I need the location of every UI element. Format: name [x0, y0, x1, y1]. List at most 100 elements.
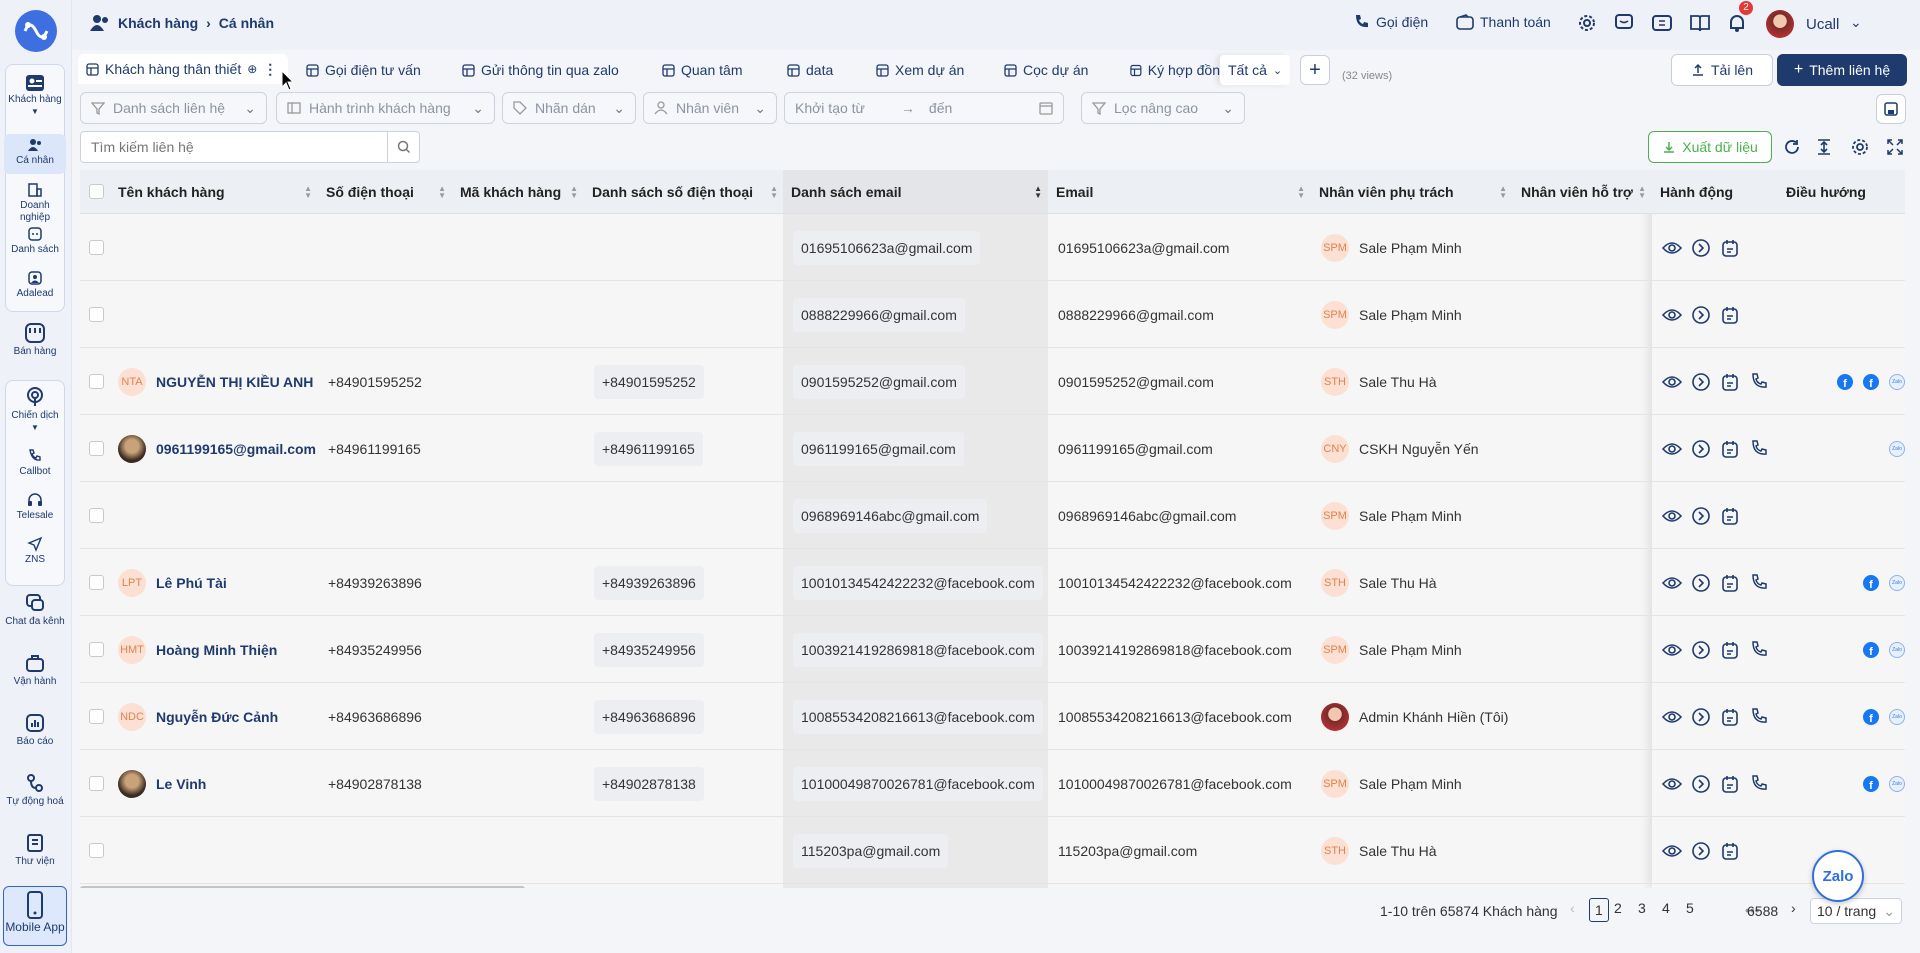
chevron-right-circle-icon[interactable] [1691, 439, 1711, 459]
zalo-chat-button[interactable]: Zalo [1812, 850, 1864, 902]
facebook-icon[interactable]: f [1863, 708, 1879, 725]
column-header[interactable]: Danh sách email ▲ ▼ [783, 170, 1048, 214]
table-row[interactable]: 0888229966@gmail.com 0888229966@gmail.com… [80, 281, 1905, 348]
horizontal-scrollbar[interactable] [80, 886, 1905, 888]
row-checkbox[interactable] [89, 508, 104, 523]
sidebar-item-customers[interactable]: Khách hàng ▼ [4, 74, 66, 118]
tab-loyal-customers[interactable]: Khách hàng thân thiết ⊕ ⋮ [78, 54, 288, 84]
sidebar-item-operations[interactable]: Vận hành [4, 652, 66, 688]
row-checkbox[interactable] [89, 240, 104, 255]
sidebar-item-mobile-app[interactable]: Mobile App [3, 886, 67, 946]
journey-filter[interactable]: Hành trình khách hàng ⌄ [276, 92, 495, 124]
sort-icon[interactable]: ▲ ▼ [1297, 185, 1305, 200]
eye-icon[interactable] [1662, 238, 1682, 258]
task-icon[interactable] [1720, 707, 1740, 727]
page-last[interactable]: 6588 [1747, 903, 1778, 919]
task-icon[interactable] [1720, 439, 1740, 459]
sort-icon[interactable]: ▲ ▼ [1638, 185, 1646, 200]
search-button[interactable] [387, 132, 419, 162]
row-checkbox[interactable] [89, 843, 104, 858]
search-input[interactable] [81, 132, 387, 162]
sidebar-item-sales[interactable]: Bán hàng [4, 322, 66, 358]
zalo-icon[interactable]: Zalo [1889, 574, 1905, 591]
row-checkbox[interactable] [89, 709, 104, 724]
task-icon[interactable] [1720, 640, 1740, 660]
sort-icon[interactable]: ▲ ▼ [570, 185, 578, 200]
table-row[interactable]: HMT Hoàng Minh Thiện +84935249956 +84935249… [80, 616, 1905, 683]
phone-icon[interactable] [1749, 774, 1769, 794]
row-checkbox[interactable] [89, 374, 104, 389]
book-icon[interactable] [1689, 13, 1711, 33]
tab-view-project[interactable]: Xem dự án [876, 58, 964, 82]
column-header[interactable]: Số điện thoại ▲ ▼ [318, 170, 452, 214]
chevron-right-circle-icon[interactable] [1691, 841, 1711, 861]
tab-project-deposit[interactable]: Cọc dự án [1004, 58, 1088, 82]
sidebar-item-telesale[interactable]: Telesale [4, 492, 66, 522]
app-logo[interactable] [13, 8, 59, 54]
sidebar-item-zns[interactable]: ZNS [4, 536, 66, 566]
ticket-icon[interactable] [1651, 13, 1673, 33]
task-icon[interactable] [1720, 372, 1740, 392]
fullscreen-icon[interactable] [1886, 138, 1904, 156]
add-view-button[interactable]: + [1300, 55, 1330, 85]
sidebar-item-library[interactable]: Thư viện [4, 832, 66, 868]
contact-list-filter[interactable]: Danh sách liên hệ ⌄ [80, 92, 267, 124]
page-number[interactable]: 5 [1686, 900, 1694, 916]
row-checkbox[interactable] [89, 441, 104, 456]
row-checkbox[interactable] [89, 307, 104, 322]
staff-filter[interactable]: Nhân viên ⌄ [643, 92, 777, 124]
eye-icon[interactable] [1662, 640, 1682, 660]
select-all-checkbox[interactable] [89, 184, 104, 199]
message-icon[interactable] [1614, 13, 1634, 33]
sort-icon[interactable]: ▲ ▼ [438, 185, 446, 200]
eye-icon[interactable] [1662, 707, 1682, 727]
bell-icon[interactable] [1727, 13, 1747, 33]
row-checkbox[interactable] [89, 776, 104, 791]
prev-page-icon[interactable]: ‹ [1570, 900, 1575, 916]
tab-consulting-call[interactable]: Gọi điện tư vấn [306, 58, 421, 82]
chevron-down-icon[interactable]: ⌄ [1850, 14, 1862, 31]
created-date-range[interactable]: Khởi tạo từ → đến [784, 92, 1064, 124]
sidebar-item-campaign[interactable]: Chiến dịch ▼ [4, 386, 66, 434]
gear-icon[interactable] [1577, 13, 1597, 33]
more-icon[interactable]: ⋮ [263, 61, 277, 78]
eye-icon[interactable] [1662, 439, 1682, 459]
column-header[interactable]: Tên khách hàng ▲ ▼ [110, 170, 318, 214]
tags-filter[interactable]: Nhãn dán ⌄ [502, 92, 636, 124]
facebook-icon[interactable]: f [1863, 373, 1879, 390]
task-icon[interactable] [1720, 774, 1740, 794]
chevron-right-circle-icon[interactable] [1691, 640, 1711, 660]
customer-name[interactable]: Hoàng Minh Thiện [156, 642, 277, 658]
page-number[interactable]: 3 [1638, 900, 1646, 916]
tabs-all-dropdown[interactable]: Tất cả ⌄ [1220, 55, 1291, 85]
upload-button[interactable]: Tải lên [1671, 54, 1773, 86]
tab-data[interactable]: data [787, 58, 833, 82]
table-row[interactable]: NTA NGUYỄN THỊ KIỀU ANH +84901595252 +84901… [80, 348, 1905, 415]
phone-icon[interactable] [1749, 573, 1769, 593]
table-row[interactable]: Le Vinh +84902878138 +84902878138 101000498… [80, 750, 1905, 817]
zalo-icon[interactable]: Zalo [1889, 373, 1905, 390]
sort-icon[interactable]: ▲ ▼ [304, 185, 312, 200]
table-row[interactable]: NDC Nguyễn Đức Cảnh +84963686896 +849636868… [80, 683, 1905, 750]
phone-icon[interactable] [1749, 372, 1769, 392]
phone-icon[interactable] [1749, 707, 1769, 727]
column-header[interactable]: Danh sách số điện thoại ▲ ▼ [584, 170, 784, 214]
customer-name[interactable]: NGUYỄN THỊ KIỀU ANH [156, 374, 313, 390]
chevron-right-circle-icon[interactable] [1691, 506, 1711, 526]
chevron-right-circle-icon[interactable] [1691, 774, 1711, 794]
chevron-right-circle-icon[interactable] [1691, 238, 1711, 258]
zalo-icon[interactable]: Zalo [1889, 708, 1905, 725]
breadcrumb-root[interactable]: Khách hàng [118, 15, 198, 31]
eye-icon[interactable] [1662, 506, 1682, 526]
next-page-icon[interactable]: › [1791, 900, 1796, 916]
tab-interested[interactable]: Quan tâm [662, 58, 742, 82]
zalo-icon[interactable]: Zalo [1889, 440, 1905, 457]
task-icon[interactable] [1720, 841, 1740, 861]
customer-name[interactable]: Lê Phú Tài [156, 575, 227, 591]
row-checkbox[interactable] [89, 575, 104, 590]
tab-send-zalo[interactable]: Gửi thông tin qua zalo [462, 58, 619, 82]
phone-icon[interactable] [1749, 640, 1769, 660]
column-header[interactable]: Nhân viên hỗ trợ ▲ ▼ [1513, 170, 1652, 214]
facebook-icon[interactable]: f [1863, 641, 1879, 658]
row-checkbox[interactable] [89, 642, 104, 657]
